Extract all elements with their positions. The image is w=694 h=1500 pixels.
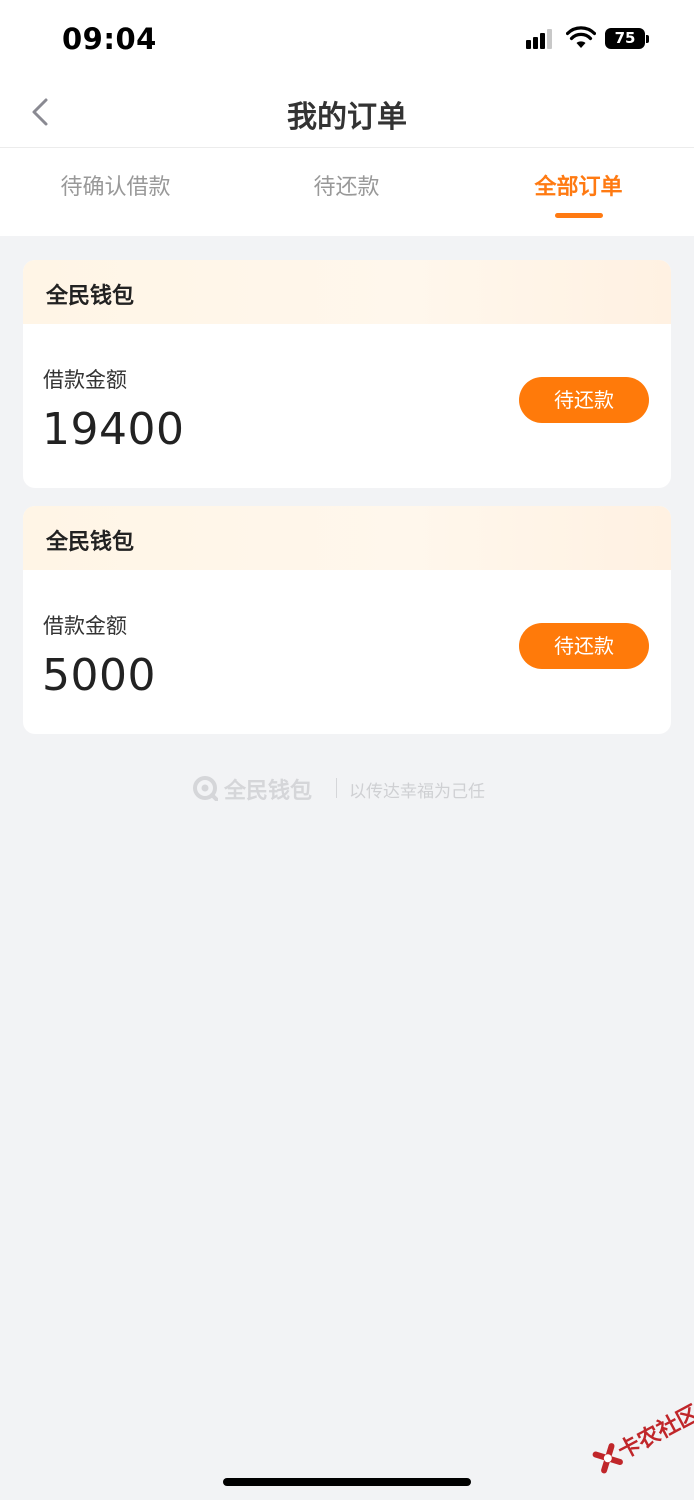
loan-amount-value: 5000 [42, 650, 156, 701]
pending-repay-button[interactable]: 待还款 [519, 377, 649, 423]
nav-bar: 我的订单 [0, 78, 694, 148]
status-time: 09:04 [62, 22, 157, 56]
loan-amount-value: 19400 [42, 404, 185, 455]
footer-divider [336, 778, 337, 798]
watermark: 卡农社区 [582, 1390, 694, 1490]
status-bar: 09:04 75 [0, 0, 694, 78]
battery-tip [646, 35, 649, 43]
tab-pending-confirm[interactable]: 待确认借款 [0, 169, 231, 219]
battery-icon: 75 [605, 28, 645, 49]
home-indicator [223, 1478, 471, 1486]
brand-logo-icon [193, 776, 218, 801]
order-card[interactable]: 全民钱包 借款金额 5000 待还款 [23, 506, 671, 734]
cellular-signal-icon [526, 29, 558, 49]
order-brand: 全民钱包 [46, 530, 135, 555]
pending-repay-button[interactable]: 待还款 [519, 623, 649, 669]
footer-brand-name: 全民钱包 [224, 779, 313, 804]
footer-brand: 全民钱包 以传达幸福为己任 [0, 772, 694, 804]
active-tab-indicator [555, 213, 603, 218]
tab-all-orders[interactable]: 全部订单 [463, 169, 694, 219]
order-tabs: 待确认借款 待还款 全部订单 [0, 149, 694, 236]
order-card-header: 全民钱包 [23, 260, 671, 324]
page-title: 我的订单 [287, 100, 407, 135]
order-brand: 全民钱包 [46, 284, 135, 309]
order-card-header: 全民钱包 [23, 506, 671, 570]
tab-pending-repay[interactable]: 待还款 [231, 169, 462, 219]
loan-amount-label: 借款金额 [43, 614, 127, 638]
footer-slogan: 以传达幸福为己任 [349, 782, 485, 802]
order-card[interactable]: 全民钱包 借款金额 19400 待还款 [23, 260, 671, 488]
watermark-text: 卡农社区 [614, 1401, 694, 1465]
loan-amount-label: 借款金额 [43, 368, 127, 392]
wifi-icon [566, 26, 596, 48]
